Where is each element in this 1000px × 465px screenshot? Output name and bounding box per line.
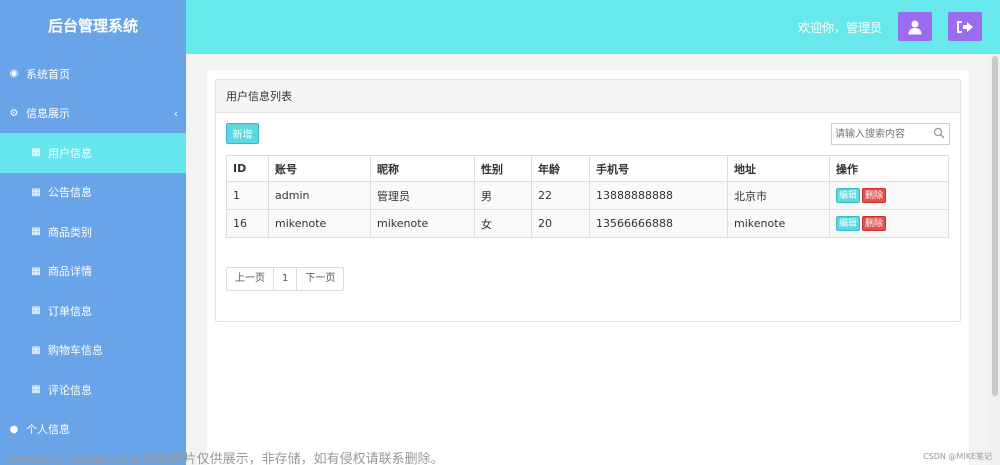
column-header: 昵称 (370, 155, 475, 182)
cell-actions: 编辑 删除 (829, 209, 949, 238)
sidebar-item-label: 订单信息 (48, 304, 92, 318)
table-header-row: ID 账号 昵称 性别 年龄 手机号 地址 操作 (226, 155, 949, 182)
delete-button[interactable]: 删除 (862, 188, 887, 203)
sidebar-item-product-categories[interactable]: ▦ 商品类别 (0, 212, 186, 252)
app-title: 后台管理系统 (47, 17, 138, 35)
user-table: ID 账号 昵称 性别 年龄 手机号 地址 操作 1 admin 管理员 男 2… (226, 155, 949, 238)
delete-button[interactable]: 删除 (862, 216, 887, 231)
table-icon: ▦ (31, 305, 41, 317)
cell-id: 1 (226, 181, 269, 210)
cell-gender: 女 (474, 209, 532, 238)
cell-actions: 编辑 删除 (829, 181, 949, 210)
cell-address: 北京市 (727, 181, 830, 210)
sidebar-item-label: 商品详情 (48, 265, 92, 279)
sidebar-item-product-details[interactable]: ▦ 商品详情 (0, 252, 186, 292)
sidebar-item-user-info[interactable]: ▦ 用户信息 (0, 133, 186, 173)
cell-address: mikenote (727, 209, 830, 238)
pagination: 上一页 1 下一页 (226, 267, 345, 291)
user-list-panel: 用户信息列表 新增 ID 账号 昵称 性别 年龄 手机号 地址 操作 1 adm… (215, 79, 961, 322)
table-row: 1 admin 管理员 男 22 13888888888 北京市 编辑 删除 (226, 181, 949, 210)
logout-button[interactable] (948, 12, 982, 41)
scrollbar-thumb[interactable] (992, 56, 998, 396)
sidebar-item-cart[interactable]: ▦ 购物车信息 (0, 331, 186, 371)
table-icon: ▦ (31, 265, 41, 277)
column-header: 操作 (829, 155, 949, 182)
welcome-text: 欢迎你，管理员 (797, 21, 882, 35)
cell-nickname: 管理员 (370, 181, 475, 210)
sidebar-item-comments[interactable]: ▦ 评论信息 (0, 370, 186, 410)
watermark-text: www.toymoban.com 网络图片仅供展示，非存储，如有侵权请联系删除。 (8, 452, 444, 465)
add-button[interactable]: 新增 (226, 123, 259, 144)
sidebar-item-label: 个人信息 (26, 423, 70, 437)
sidebar-item-label: 用户信息 (48, 146, 92, 160)
sidebar-item-dashboard[interactable]: ◉ 系统首页 (0, 54, 186, 94)
cell-age: 22 (531, 181, 590, 210)
sidebar-item-label: 评论信息 (48, 383, 92, 397)
sidebar-item-announcements[interactable]: ▦ 公告信息 (0, 173, 186, 213)
page-number-button[interactable]: 1 (273, 267, 298, 291)
prev-page-button[interactable]: 上一页 (226, 267, 274, 291)
cell-account: mikenote (268, 209, 371, 238)
column-header: 账号 (268, 155, 371, 182)
sidebar-item-label: 系统首页 (26, 67, 70, 81)
cell-phone: 13888888888 (589, 181, 728, 210)
sidebar-item-label: 商品类别 (48, 225, 92, 239)
sidebar-item-orders[interactable]: ▦ 订单信息 (0, 291, 186, 331)
sidebar-item-label: 购物车信息 (48, 344, 103, 358)
credit-text: CSDN @MIKE笔记 (923, 452, 992, 461)
table-row: 16 mikenote mikenote 女 20 13566666888 mi… (226, 209, 949, 238)
sidebar-item-info-display[interactable]: ⚙ 信息展示 ‹ (0, 94, 186, 134)
search-box[interactable] (831, 123, 950, 145)
column-header: 性别 (474, 155, 532, 182)
table-icon: ▦ (31, 226, 41, 238)
cell-age: 20 (531, 209, 590, 238)
gears-icon: ⚙ (9, 107, 19, 119)
sidebar-item-label: 公告信息 (48, 186, 92, 200)
cell-nickname: mikenote (370, 209, 475, 238)
profile-button[interactable] (898, 12, 932, 41)
cell-id: 16 (226, 209, 269, 238)
cell-phone: 13566666888 (589, 209, 728, 238)
edit-button[interactable]: 编辑 (836, 216, 861, 231)
user-icon (908, 20, 922, 34)
table-icon: ▦ (31, 147, 41, 159)
chevron-left-icon: ‹ (173, 106, 178, 120)
edit-button[interactable]: 编辑 (836, 188, 861, 203)
search-input[interactable] (832, 124, 932, 144)
column-header: 手机号 (589, 155, 728, 182)
search-icon[interactable] (933, 127, 945, 139)
table-icon: ▦ (31, 384, 41, 396)
panel-title: 用户信息列表 (216, 80, 960, 113)
sidebar-item-profile[interactable]: ● 个人信息 (0, 410, 186, 450)
logout-icon (957, 20, 973, 33)
cell-gender: 男 (474, 181, 532, 210)
column-header: 地址 (727, 155, 830, 182)
sidebar-item-label: 信息展示 (26, 107, 70, 121)
cell-account: admin (268, 181, 371, 210)
sidebar: 后台管理系统 ◉ 系统首页 ⚙ 信息展示 ‹ ▦ 用户信息 ▦ 公告信息 ▦ 商… (0, 0, 186, 465)
column-header: 年龄 (531, 155, 590, 182)
top-bar: 欢迎你，管理员 (186, 0, 1000, 54)
next-page-button[interactable]: 下一页 (296, 267, 345, 291)
dashboard-icon: ◉ (9, 68, 19, 80)
user-icon: ● (9, 423, 19, 435)
table-icon: ▦ (31, 186, 41, 198)
table-icon: ▦ (31, 344, 41, 356)
column-header: ID (226, 155, 269, 182)
